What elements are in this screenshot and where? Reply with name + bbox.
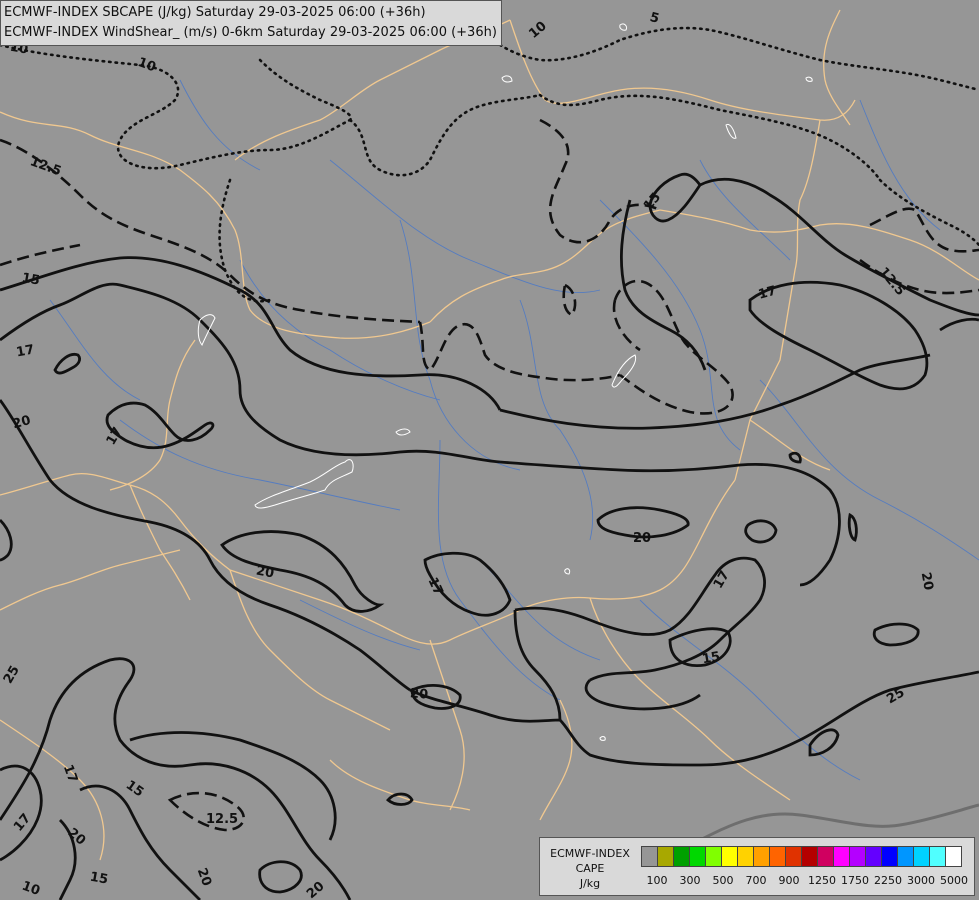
legend-swatch: [833, 846, 850, 867]
legend-tick: 300: [679, 874, 701, 887]
title-windshear: ECMWF-INDEX WindShear_ (m/s) 0-6km Satur…: [4, 25, 497, 40]
legend-swatch: [849, 846, 866, 867]
legend-swatch: [769, 846, 786, 867]
legend-swatch: [689, 846, 706, 867]
legend-model: ECMWF-INDEX: [550, 847, 630, 860]
contour-label: 15: [701, 649, 721, 667]
legend-tick: 500: [712, 874, 734, 887]
legend-tick: 900: [778, 874, 800, 887]
legend-swatch: [657, 846, 674, 867]
legend-swatch: [801, 846, 818, 867]
map-title-box: ECMWF-INDEX SBCAPE (J/kg) Saturday 29-03…: [0, 0, 502, 46]
legend-tick: 100: [646, 874, 668, 887]
legend-swatch: [753, 846, 770, 867]
contour-label: 20: [633, 531, 651, 546]
contour-label: 15: [89, 870, 109, 888]
legend-swatch: [721, 846, 738, 867]
legend-swatch: [785, 846, 802, 867]
legend-color-scale: [641, 846, 962, 867]
legend-swatch: [737, 846, 754, 867]
contour-label: 20: [918, 571, 936, 591]
forecast-map: 10 5 10 10 12.5 15 17 20 17 15 17 12.5 2…: [0, 0, 979, 900]
legend-tick: 2250: [874, 874, 902, 887]
contour-label: 15: [21, 271, 41, 289]
contour-label: 20: [409, 686, 428, 703]
legend-swatch: [881, 846, 898, 867]
contour-label: 12.5: [206, 812, 238, 827]
legend-swatch: [817, 846, 834, 867]
legend-swatch: [897, 846, 914, 867]
legend-unit: J/kg: [579, 877, 601, 890]
title-sbcape: ECMWF-INDEX SBCAPE (J/kg) Saturday 29-03…: [4, 5, 426, 20]
contour-label: 20: [255, 564, 275, 582]
legend-swatch: [641, 846, 658, 867]
cape-legend: ECMWF-INDEX CAPE J/kg 100 300 500 700 900 125…: [539, 837, 975, 896]
legend-swatch: [673, 846, 690, 867]
legend-tick: 1250: [808, 874, 836, 887]
legend-tick: 1750: [841, 874, 869, 887]
legend-swatch: [929, 846, 946, 867]
legend-tick: 5000: [940, 874, 968, 887]
legend-tick: 700: [745, 874, 767, 887]
legend-swatch: [705, 846, 722, 867]
contour-label: 17: [15, 343, 35, 361]
legend-swatch: [865, 846, 882, 867]
legend-swatch: [913, 846, 930, 867]
legend-tick-labels: 100 300 500 700 900 1250 1750 2250 3000 5000: [641, 874, 971, 890]
legend-label: ECMWF-INDEX CAPE J/kg: [544, 846, 636, 891]
legend-tick: 3000: [907, 874, 935, 887]
legend-swatch: [945, 846, 962, 867]
legend-parameter: CAPE: [575, 862, 605, 875]
